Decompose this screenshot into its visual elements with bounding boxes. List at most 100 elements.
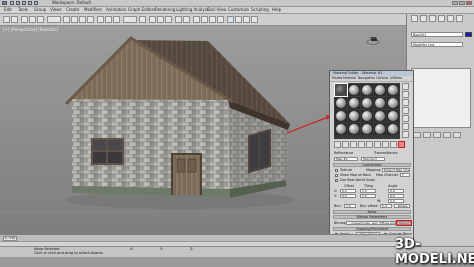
- noise-rollout[interactable]: Noise: [333, 210, 411, 214]
- unlink-icon[interactable]: [29, 16, 36, 23]
- sample-slot[interactable]: [374, 110, 386, 122]
- render-production-icon[interactable]: [251, 16, 258, 23]
- select-object-icon[interactable]: [63, 16, 70, 23]
- menu-tools[interactable]: Tools: [18, 7, 28, 13]
- menu-rendering[interactable]: Rendering: [155, 7, 175, 13]
- mirror-icon[interactable]: [175, 16, 182, 23]
- remove-modifier-icon[interactable]: [443, 132, 451, 138]
- assign-material-icon[interactable]: [350, 141, 357, 148]
- menu-scripting[interactable]: Scripting: [251, 7, 269, 13]
- rotate-button[interactable]: Rotate: [394, 204, 410, 208]
- make-unique-icon[interactable]: [433, 132, 441, 138]
- reference-coordinate-dropdown[interactable]: [123, 16, 137, 23]
- sample-slot[interactable]: [361, 110, 373, 122]
- maximize-button[interactable]: [459, 1, 465, 5]
- reset-map-icon[interactable]: [358, 141, 365, 148]
- cropping-placement-rollout[interactable]: Cropping/Placement: [333, 227, 411, 231]
- sample-slot[interactable]: [374, 84, 386, 96]
- w-angle-spinner[interactable]: 0.0: [388, 199, 404, 203]
- render-setup-icon[interactable]: [235, 16, 242, 23]
- sample-slot[interactable]: [387, 110, 399, 122]
- utilities-tab-icon[interactable]: [456, 15, 463, 22]
- selection-filter-dropdown[interactable]: [47, 16, 61, 23]
- blur-spinner[interactable]: 1.0: [344, 204, 356, 208]
- sample-slot[interactable]: [335, 123, 347, 135]
- modifier-stack[interactable]: [411, 68, 471, 128]
- copy-material-icon[interactable]: [366, 141, 373, 148]
- material-id-icon[interactable]: [390, 141, 397, 148]
- pin-stack-icon[interactable]: [413, 132, 421, 138]
- window-crossing-icon[interactable]: [87, 16, 94, 23]
- sample-slot[interactable]: [361, 123, 373, 135]
- bitmap-parameters-rollout[interactable]: Bitmap Parameters: [333, 215, 411, 219]
- v-angle-spinner[interactable]: 0.0: [388, 194, 404, 198]
- new-file-icon[interactable]: [10, 1, 14, 5]
- make-preview-icon[interactable]: [402, 123, 409, 130]
- sample-slot[interactable]: [361, 84, 373, 96]
- material-editor-icon[interactable]: [227, 16, 234, 23]
- menu-animation[interactable]: Animation: [106, 7, 126, 13]
- create-tab-icon[interactable]: [411, 15, 418, 22]
- curve-editor-icon[interactable]: [209, 16, 216, 23]
- mapping-dropdown[interactable]: Explicit Map Channel: [382, 168, 410, 172]
- show-end-result-icon[interactable]: [423, 132, 431, 138]
- put-to-library-icon[interactable]: [382, 141, 389, 148]
- menu-group[interactable]: Group: [34, 7, 46, 13]
- open-file-icon[interactable]: [16, 1, 20, 5]
- menu-views[interactable]: Views: [50, 7, 62, 13]
- sample-slot[interactable]: [348, 110, 360, 122]
- select-rotate-icon[interactable]: [105, 16, 112, 23]
- bind-space-warp-icon[interactable]: [37, 16, 44, 23]
- mat-menu-options[interactable]: Options: [376, 76, 388, 81]
- mat-menu-modes[interactable]: Modes: [332, 76, 342, 81]
- sample-slot[interactable]: [348, 84, 360, 96]
- material-options-icon[interactable]: [402, 131, 409, 138]
- sample-slot[interactable]: [348, 97, 360, 109]
- object-name-field[interactable]: Box001: [411, 32, 463, 37]
- snaps-toggle-icon[interactable]: [149, 16, 156, 23]
- sample-slot[interactable]: [334, 83, 348, 97]
- rectangular-selection-icon[interactable]: [79, 16, 86, 23]
- menu-customize[interactable]: Customize: [228, 7, 249, 13]
- menu-help[interactable]: Help: [272, 7, 281, 13]
- background-icon[interactable]: [402, 99, 409, 106]
- u-angle-spinner[interactable]: 0.0: [388, 189, 404, 193]
- mat-menu-navigation[interactable]: Navigation: [358, 76, 375, 81]
- menu-create[interactable]: Create: [66, 7, 79, 13]
- real-world-scale-checkbox[interactable]: [335, 179, 338, 182]
- select-by-name-icon[interactable]: [71, 16, 78, 23]
- modifier-list-dropdown[interactable]: Modifier List: [411, 42, 463, 47]
- sample-slot[interactable]: [387, 97, 399, 109]
- sample-slot[interactable]: [335, 110, 347, 122]
- reload-button[interactable]: Reload: [397, 221, 411, 225]
- select-scale-icon[interactable]: [113, 16, 120, 23]
- menu-graph-editors[interactable]: Graph Editors: [128, 7, 155, 13]
- redo-icon[interactable]: [34, 1, 38, 5]
- sample-slot[interactable]: [374, 123, 386, 135]
- show-shaded-material-icon[interactable]: [398, 141, 405, 148]
- motion-tab-icon[interactable]: [438, 15, 445, 22]
- angle-snap-icon[interactable]: [157, 16, 164, 23]
- close-button[interactable]: [466, 1, 472, 5]
- layer-explorer-icon[interactable]: [193, 16, 200, 23]
- sample-type-icon[interactable]: [402, 83, 409, 90]
- u-offset-spinner[interactable]: 0.0: [340, 189, 356, 193]
- graphite-toolbar-icon[interactable]: [201, 16, 208, 23]
- material-name-field[interactable]: Map #1: [334, 157, 358, 161]
- get-material-icon[interactable]: [334, 141, 341, 148]
- pivot-center-icon[interactable]: [139, 16, 146, 23]
- sample-slot[interactable]: [361, 97, 373, 109]
- texture-radio[interactable]: [335, 169, 338, 172]
- map-channel-spinner[interactable]: 1: [400, 173, 410, 177]
- video-color-check-icon[interactable]: [402, 115, 409, 122]
- undo-icon[interactable]: [3, 16, 10, 23]
- hierarchy-tab-icon[interactable]: [429, 15, 436, 22]
- blur-offset-spinner[interactable]: 0.0: [380, 204, 392, 208]
- link-icon[interactable]: [21, 16, 28, 23]
- redo-icon[interactable]: [11, 16, 18, 23]
- select-move-icon[interactable]: [97, 16, 104, 23]
- menu-edit[interactable]: Edit: [4, 7, 12, 13]
- configure-modifier-sets-icon[interactable]: [453, 132, 461, 138]
- menu-lighting-analysis[interactable]: Lighting Analysis: [176, 7, 210, 13]
- sample-slot[interactable]: [374, 97, 386, 109]
